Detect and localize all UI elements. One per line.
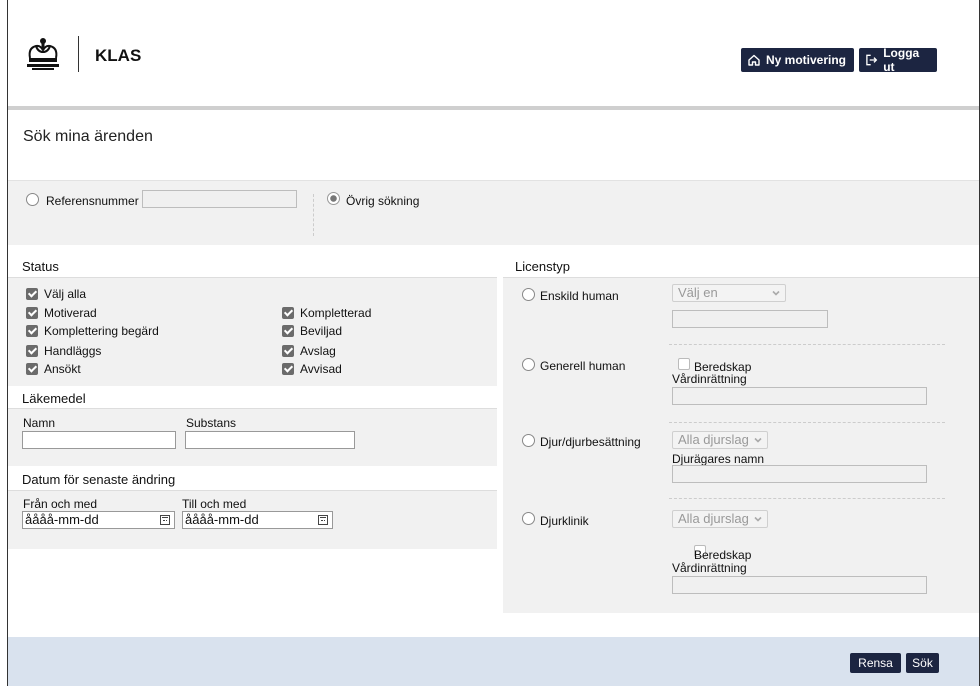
- status-label: Avvisad: [300, 362, 342, 376]
- license-title: Licenstyp: [515, 259, 570, 274]
- individual-human-label: Enskild human: [540, 289, 619, 303]
- other-search-radio[interactable]: [327, 192, 340, 205]
- new-motivation-button[interactable]: Ny motivering: [741, 48, 854, 72]
- animal-radio[interactable]: [522, 434, 535, 447]
- name-input[interactable]: [22, 431, 176, 449]
- to-date-input[interactable]: åååå-mm-dd: [182, 511, 333, 529]
- care-unit-input[interactable]: [672, 387, 927, 405]
- search-button[interactable]: Sök: [906, 653, 939, 673]
- name-label: Namn: [23, 416, 56, 430]
- reference-label: Referensnummer: [46, 194, 139, 208]
- from-date-label: Från och med: [23, 497, 98, 511]
- animal-species-select-value: Alla djurslag: [678, 432, 749, 447]
- clinic-care-unit-label: Vårdinrättning: [672, 561, 747, 575]
- logo-divider: [78, 36, 79, 72]
- logout-button[interactable]: Logga ut: [859, 46, 937, 74]
- status-checkbox-handlaggs[interactable]: Handläggs: [26, 344, 101, 358]
- status-checkbox-ansokt[interactable]: Ansökt: [26, 362, 81, 376]
- date-header: Datum för senaste ändring: [8, 470, 497, 491]
- license-divider: [669, 344, 945, 345]
- medicine-title: Läkemedel: [22, 391, 86, 406]
- general-human-label: Generell human: [540, 359, 626, 373]
- date-title: Datum för senaste ändring: [22, 472, 176, 487]
- to-date-placeholder: åååå-mm-dd: [185, 512, 259, 527]
- status-header: Status: [8, 257, 497, 278]
- care-unit-label: Vårdinrättning: [672, 372, 747, 386]
- status-label: Handläggs: [44, 344, 102, 358]
- owner-name-input[interactable]: [672, 465, 927, 483]
- clinic-care-unit-input[interactable]: [672, 576, 927, 594]
- chevron-down-icon: [754, 516, 762, 522]
- checkbox-checked: [282, 325, 294, 337]
- from-date-placeholder: åååå-mm-dd: [25, 512, 99, 527]
- page-title: Sök mina ärenden: [23, 128, 153, 145]
- checkbox-checked: [26, 363, 38, 375]
- medicine-header: Läkemedel: [8, 388, 497, 409]
- from-date-input[interactable]: åååå-mm-dd: [22, 511, 175, 529]
- status-checkbox-avslag[interactable]: Avslag: [282, 344, 336, 358]
- status-checkbox-kompletterad[interactable]: Kompletterad: [282, 306, 371, 320]
- clinic-species-select-value: Alla djurslag: [678, 511, 749, 526]
- reference-radio[interactable]: [26, 193, 39, 206]
- chevron-down-icon: [772, 290, 780, 296]
- checkbox-checked: [282, 307, 294, 319]
- logout-icon: [866, 54, 878, 66]
- status-checkbox-beviljad[interactable]: Beviljad: [282, 324, 342, 338]
- general-human-radio[interactable]: [522, 358, 535, 371]
- checkbox-checked: [282, 345, 294, 357]
- app-name: KLAS: [95, 46, 142, 65]
- calendar-icon[interactable]: [160, 515, 170, 525]
- calendar-icon[interactable]: [318, 515, 328, 525]
- checkbox-checked: [282, 363, 294, 375]
- other-search-label: Övrig sökning: [346, 194, 420, 208]
- status-checkbox-avvisad[interactable]: Avvisad: [282, 362, 342, 376]
- status-label: Kompletterad: [300, 306, 372, 320]
- checkbox-checked: [26, 288, 38, 300]
- license-divider: [669, 422, 945, 423]
- status-title: Status: [22, 259, 59, 274]
- clinic-preparedness-label: Beredskap: [694, 548, 752, 562]
- status-label: Motiverad: [44, 306, 97, 320]
- search-type-divider: [313, 194, 314, 236]
- license-header-divider: [503, 277, 979, 278]
- status-checkbox-komplettering-begard[interactable]: Komplettering begärd: [26, 324, 159, 338]
- license-divider: [669, 498, 945, 499]
- new-motivation-label: Ny motivering: [766, 53, 847, 67]
- status-label: Komplettering begärd: [44, 324, 159, 338]
- substance-input[interactable]: [185, 431, 355, 449]
- clear-button[interactable]: Rensa: [850, 653, 901, 673]
- chevron-down-icon: [754, 437, 762, 443]
- to-date-label: Till och med: [182, 497, 247, 511]
- preparedness-checkbox[interactable]: [678, 358, 690, 370]
- checkbox-checked: [26, 345, 38, 357]
- substance-label: Substans: [186, 416, 237, 430]
- animal-species-select[interactable]: Alla djurslag: [672, 431, 768, 449]
- individual-human-select-value: Välj en: [678, 285, 718, 300]
- checkbox-checked: [26, 307, 38, 319]
- home-icon: [748, 54, 760, 66]
- license-header: Licenstyp: [503, 257, 979, 277]
- clinic-species-select[interactable]: Alla djurslag: [672, 510, 768, 528]
- page-title-area: [8, 110, 979, 181]
- animal-clinic-radio[interactable]: [522, 512, 535, 525]
- status-checkbox-motiverad[interactable]: Motiverad: [26, 306, 97, 320]
- reference-input[interactable]: [142, 190, 297, 208]
- animal-label: Djur/djurbesättning: [540, 435, 641, 449]
- individual-human-select[interactable]: Välj en: [672, 284, 786, 302]
- footer-bar: [8, 637, 979, 686]
- crown-logo-icon: [27, 38, 59, 70]
- select-all-label: Välj alla: [44, 287, 87, 301]
- status-label: Avslag: [300, 344, 336, 358]
- select-all-checkbox[interactable]: Välj alla: [26, 287, 86, 301]
- status-label: Ansökt: [44, 362, 81, 376]
- owner-name-label: Djurägares namn: [672, 452, 765, 466]
- logout-label: Logga ut: [883, 46, 920, 74]
- checkbox-checked: [26, 325, 38, 337]
- animal-clinic-label: Djurklinik: [540, 514, 589, 528]
- individual-human-radio[interactable]: [522, 288, 535, 301]
- status-label: Beviljad: [300, 324, 343, 338]
- individual-human-input[interactable]: [672, 310, 828, 328]
